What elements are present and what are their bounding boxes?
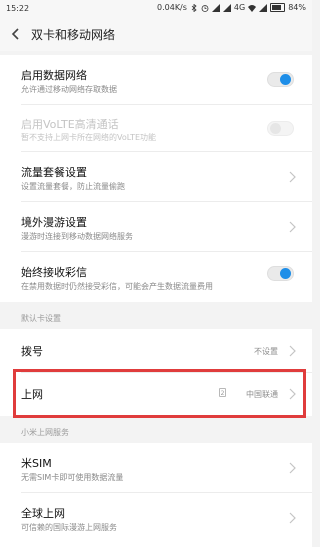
mobile-data-desc: 允许通过移动网络存取数据 [21, 85, 117, 94]
chevron-right-icon [289, 462, 296, 474]
roaming-desc: 漫游时连接到移动数据网络服务 [21, 232, 133, 241]
signal-icon [259, 3, 268, 12]
alarm-icon [201, 4, 209, 12]
signal-icon [222, 3, 231, 12]
mms-setting[interactable]: 始终接收彩信 在禁用数据时仍然接受彩信，可能会产生数据流量费用 [0, 252, 312, 302]
mi-sim-setting[interactable]: 米SIM 无需SIM卡即可使用数据流量 [0, 443, 312, 493]
volte-toggle [267, 121, 294, 136]
section-header-mi-service: 小米上网服务 [21, 428, 69, 437]
mi-sim-label: 米SIM [21, 457, 52, 470]
mobile-data-label: 启用数据网络 [21, 69, 87, 82]
toggle-knob [280, 74, 291, 85]
chevron-right-icon [289, 171, 296, 183]
net-speed: 0.04K/s [157, 3, 187, 12]
wifi-icon [248, 4, 257, 12]
data-plan-label: 流量套餐设置 [21, 166, 87, 179]
status-time: 15:22 [6, 4, 30, 13]
dial-setting[interactable]: 拨号 不设置 [0, 329, 312, 373]
roaming-setting[interactable]: 境外漫游设置 漫游时连接到移动数据网络服务 [0, 202, 312, 252]
status-bar: 15:22 0.04K/s 4G 84% [0, 0, 312, 17]
section-header-default-card: 默认卡设置 [21, 314, 61, 323]
title-bar: 双卡和移动网络 [0, 17, 312, 51]
dial-value: 不设置 [254, 347, 278, 356]
mi-sim-desc: 无需SIM卡即可使用数据流量 [21, 473, 124, 482]
chevron-right-icon [289, 345, 296, 357]
mobile-data-setting[interactable]: 启用数据网络 允许通过移动网络存取数据 [0, 55, 312, 105]
chevron-right-icon [289, 512, 296, 524]
page-title: 双卡和移动网络 [31, 28, 116, 42]
status-icons: 0.04K/s 4G 84% [157, 3, 306, 12]
mms-toggle[interactable] [267, 266, 294, 281]
global-internet-setting[interactable]: 全球上网 可信赖的国际漫游上网服务 [0, 493, 312, 547]
bluetooth-icon [191, 3, 197, 12]
data-plan-setting[interactable]: 流量套餐设置 设置流量套餐，防止流量偷跑 [0, 152, 312, 202]
toggle-knob [270, 123, 281, 134]
signal-icon [211, 3, 220, 12]
battery-icon [270, 3, 286, 12]
highlight-box [13, 369, 306, 418]
toggle-knob [280, 268, 291, 279]
roaming-label: 境外漫游设置 [21, 216, 87, 229]
network-type: 4G [233, 3, 246, 12]
chevron-right-icon [289, 221, 296, 233]
chevron-left-icon[interactable] [10, 27, 22, 41]
volte-setting: 启用VoLTE高清通话 暂不支持上网卡所在网络的VoLTE功能 [0, 105, 312, 152]
mms-label: 始终接收彩信 [21, 266, 87, 279]
volte-label: 启用VoLTE高清通话 [21, 118, 119, 131]
global-internet-desc: 可信赖的国际漫游上网服务 [21, 523, 117, 532]
mobile-data-toggle[interactable] [267, 72, 294, 87]
battery-level: 84% [288, 3, 306, 12]
data-plan-desc: 设置流量套餐，防止流量偷跑 [21, 182, 125, 191]
dial-label: 拨号 [21, 345, 43, 358]
global-internet-label: 全球上网 [21, 507, 65, 520]
volte-desc: 暂不支持上网卡所在网络的VoLTE功能 [21, 133, 157, 142]
mms-desc: 在禁用数据时仍然接受彩信，可能会产生数据流量费用 [21, 282, 213, 291]
